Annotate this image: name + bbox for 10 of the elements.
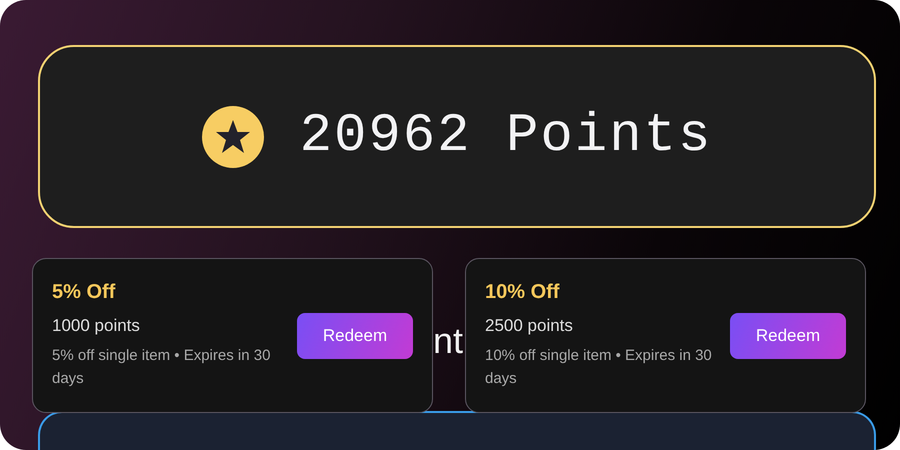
reward-title: 10% Off [485, 281, 560, 304]
reward-title: 5% Off [52, 281, 116, 304]
reward-description: 5% off single item • Expires in 30 days [52, 346, 272, 389]
reward-description: 10% off single item • Expires in 30 days [485, 346, 713, 389]
reward-cost: 1000 points [52, 316, 141, 336]
points-total: 20962 Points [300, 106, 712, 167]
reward-cost: 2500 points [485, 316, 574, 336]
redeem-button[interactable]: Redeem [730, 312, 846, 358]
section-heading: nt [433, 320, 464, 362]
redeem-button[interactable]: Redeem [297, 312, 413, 358]
